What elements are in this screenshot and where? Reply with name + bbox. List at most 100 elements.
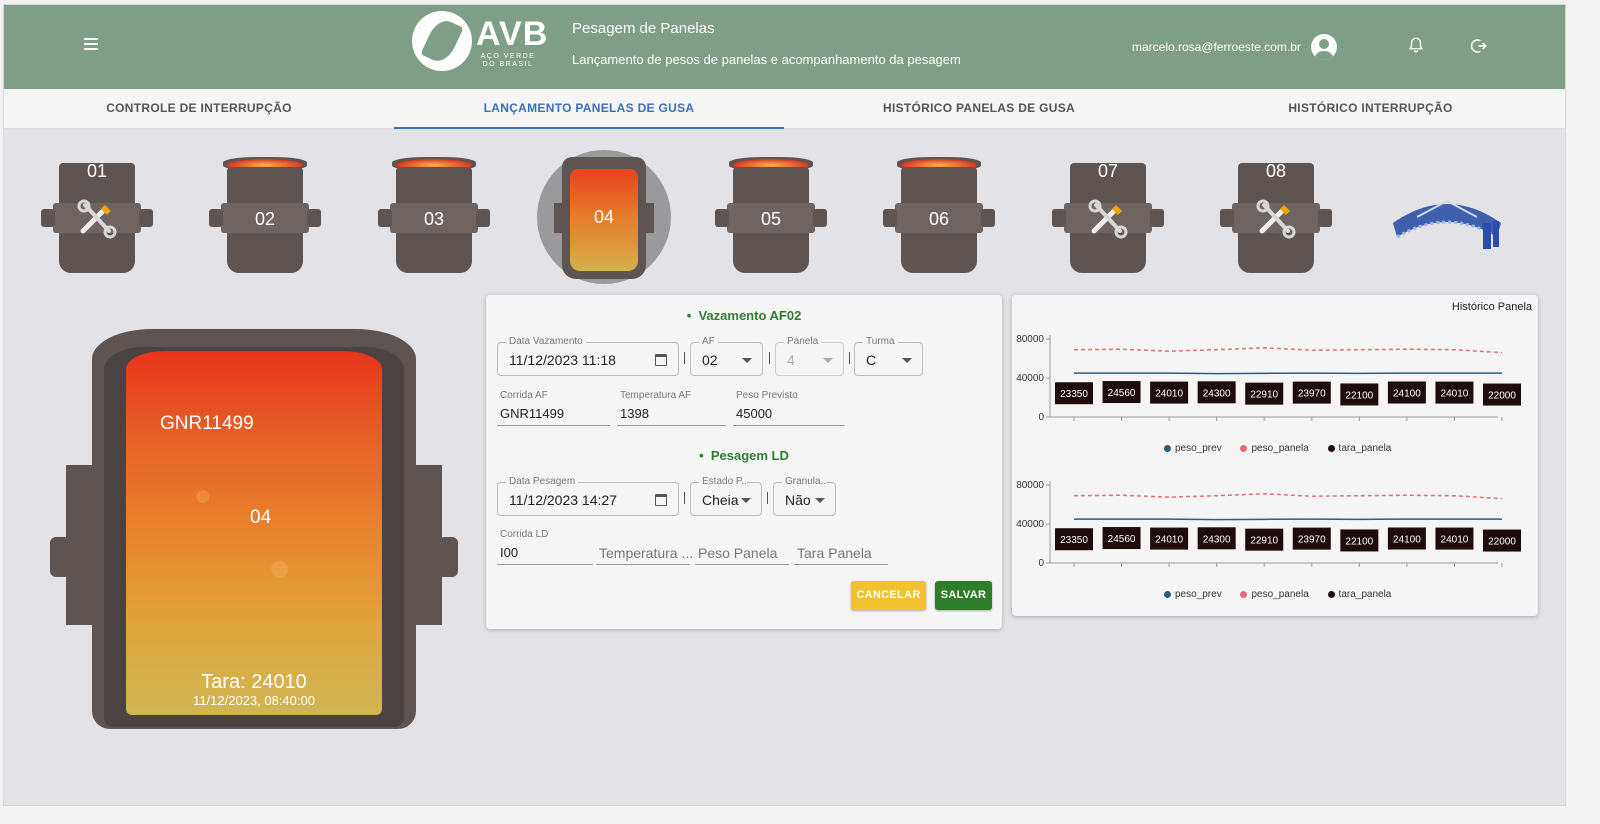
tara-data-label: 24010: [1441, 389, 1469, 400]
ladle-05[interactable]: 05: [715, 153, 827, 277]
field-placeholder: Peso Panela: [698, 545, 778, 561]
y-tick-label: 80000: [1016, 480, 1044, 491]
tara-data-label: 24100: [1393, 535, 1421, 546]
field-separator: [767, 492, 768, 504]
cancel-button[interactable]: CANCELAR: [851, 581, 926, 610]
tara-data-label: 22100: [1345, 390, 1373, 401]
field-value: 11/12/2023 14:27: [509, 492, 617, 508]
bell-icon[interactable]: [1407, 35, 1425, 55]
chart-legend-2: peso_prev peso_panela tara_panela: [1164, 589, 1407, 600]
tara-data-label: 23350: [1060, 535, 1088, 546]
field-label: Turma: [863, 336, 898, 347]
menu-icon[interactable]: [80, 35, 102, 57]
ladle-07[interactable]: 07: [1052, 153, 1164, 277]
tara-data-label: 24300: [1203, 388, 1231, 399]
calendar-icon[interactable]: [655, 354, 667, 366]
user-avatar-icon[interactable]: [1311, 34, 1337, 60]
field-value: C: [866, 352, 877, 368]
field-value: I00: [500, 545, 519, 560]
granulado-select[interactable]: Granula... Não: [773, 476, 836, 516]
chevron-down-icon: [902, 358, 912, 363]
tab-lancamento-panelas[interactable]: LANÇAMENTO PANELAS DE GUSA: [394, 89, 784, 129]
field-label: Peso Previsto: [736, 390, 798, 401]
y-tick-label: 40000: [1016, 519, 1044, 530]
field-label: Temperatura AF: [620, 390, 692, 401]
chevron-down-icon: [823, 358, 833, 363]
ladle-datetime-label: 11/12/2023, 08:40:00: [193, 693, 315, 708]
tara-data-label: 22100: [1345, 536, 1373, 547]
ladle-corrida-label: GNR11499: [160, 413, 254, 434]
tara-data-label: 24560: [1108, 534, 1136, 545]
field-separator: [769, 352, 770, 364]
turma-select[interactable]: Turma C: [854, 336, 923, 376]
tara-panela-field[interactable]: Tara Panela: [794, 529, 888, 565]
field-label: Estado P...: [699, 476, 747, 487]
legend-item: tara_panela: [1327, 443, 1391, 454]
tara-data-label: 23350: [1060, 389, 1088, 400]
ladle-01[interactable]: 01: [41, 153, 153, 277]
y-tick-label: 80000: [1016, 334, 1044, 345]
logout-icon[interactable]: [1470, 37, 1488, 55]
ladle-02[interactable]: 02: [209, 153, 321, 277]
casting-machine-icon[interactable]: [1387, 193, 1507, 255]
field-value: 1398: [620, 406, 649, 421]
ladle-number: 06: [928, 209, 950, 229]
field-placeholder: Temperatura ...: [599, 545, 693, 561]
avb-logo: AVB AÇO VERDE DO BRASIL: [412, 11, 547, 77]
tara-data-label: 24100: [1393, 389, 1421, 400]
field-label: Corrida AF: [500, 390, 548, 401]
nav-tabs: CONTROLE DE INTERRUPÇÃO LANÇAMENTO PANEL…: [4, 89, 1565, 129]
field-value: 45000: [736, 406, 773, 421]
field-value: 02: [702, 352, 718, 368]
ladle-number: 02: [254, 209, 276, 229]
legend-item: tara_panela: [1327, 589, 1391, 600]
ladle-03[interactable]: 03: [378, 153, 490, 277]
tab-controle-interrupcao[interactable]: CONTROLE DE INTERRUPÇÃO: [4, 89, 394, 129]
ladle-number: 07: [1097, 161, 1119, 181]
legend-item: peso_panela: [1240, 443, 1309, 454]
corrida-af-field[interactable]: Corrida AF GNR11499: [497, 390, 610, 426]
ladle-number: 05: [760, 209, 782, 229]
selected-ladle-view: GNR11499 04 Tara: 24010 11/12/2023, 08:4…: [44, 325, 464, 745]
tara-data-label: 24300: [1203, 534, 1231, 545]
field-label: Data Pesagem: [506, 476, 579, 487]
legend-item: peso_prev: [1164, 589, 1222, 600]
peso-panela-field[interactable]: Peso Panela: [695, 529, 789, 565]
ladle-08[interactable]: 08: [1220, 153, 1332, 277]
page-title: Pesagem de Panelas: [572, 20, 715, 37]
temperatura-ld-field[interactable]: Temperatura ...: [596, 529, 693, 565]
tab-historico-interrupcao[interactable]: HISTÓRICO INTERRUPÇÃO: [1174, 89, 1565, 129]
field-label: Granula...: [782, 476, 826, 487]
ladle-number: 04: [593, 207, 615, 227]
field-separator: [684, 352, 685, 364]
ladle-06[interactable]: 06: [883, 153, 995, 277]
field-value: Cheia: [702, 492, 739, 508]
data-vazamento-field[interactable]: Data Vazamento 11/12/2023 11:18: [497, 336, 679, 376]
estado-panela-select[interactable]: Estado P... Cheia: [690, 476, 762, 516]
tara-data-label: 24010: [1441, 535, 1469, 546]
tara-data-label: 24560: [1108, 388, 1136, 399]
calendar-icon[interactable]: [655, 494, 667, 506]
tara-data-label: 24010: [1155, 389, 1183, 400]
save-button[interactable]: SALVAR: [935, 581, 992, 610]
temperatura-af-field[interactable]: Temperatura AF 1398: [617, 390, 726, 426]
ladle-number: 08: [1265, 161, 1287, 181]
af-select[interactable]: AF 02: [690, 336, 763, 376]
app-window: AVB AÇO VERDE DO BRASIL Pesagem de Panel…: [3, 4, 1566, 806]
peso-previsto-field[interactable]: Peso Previsto 45000: [733, 390, 845, 426]
ladle-04[interactable]: 04: [554, 157, 654, 281]
field-value: 11/12/2023 11:18: [509, 352, 616, 368]
field-separator: [849, 352, 850, 364]
panela-select: Panela 4: [775, 336, 844, 376]
y-tick-label: 0: [1038, 412, 1044, 423]
user-email: marcelo.rosa@ferroeste.com.br: [1132, 40, 1301, 54]
tab-historico-panelas[interactable]: HISTÓRICO PANELAS DE GUSA: [784, 89, 1174, 129]
y-tick-label: 0: [1038, 558, 1044, 569]
ladle-number: 03: [423, 209, 445, 229]
corrida-ld-field[interactable]: Corrida LD I00: [497, 529, 593, 565]
data-pesagem-field[interactable]: Data Pesagem 11/12/2023 14:27: [497, 476, 679, 516]
logo-text: AVB: [476, 15, 549, 53]
peso_panela-line: [1073, 493, 1503, 500]
peso_panela-line: [1073, 347, 1503, 354]
maintenance-tools-icon: [77, 199, 117, 239]
